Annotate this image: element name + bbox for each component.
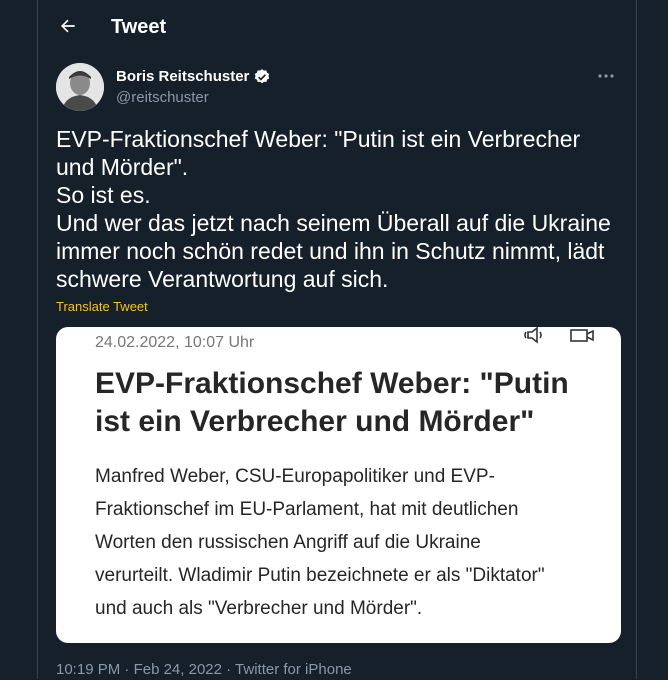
tweet-source-link[interactable]: Twitter for iPhone xyxy=(235,661,352,678)
card-headline-line: ist ein Verbrecher und Mörder" xyxy=(95,405,535,438)
tweet-column: Tweet Boris Reitschuster @reitschuster E… xyxy=(37,0,637,679)
speaker-icon xyxy=(524,327,542,344)
header: Tweet xyxy=(38,0,636,53)
tweet-line: und Mörder". xyxy=(56,154,189,180)
page-title: Tweet xyxy=(111,16,167,38)
more-options-button[interactable] xyxy=(594,66,618,86)
tweet-date-link[interactable]: Feb 24, 2022 xyxy=(134,661,222,678)
more-horizontal-icon xyxy=(598,74,614,78)
separator: · xyxy=(120,661,134,678)
card-body: Manfred Weber, CSU-Europapolitiker und E… xyxy=(95,460,610,625)
tweet-timestamp: 10:19 PM · Feb 24, 2022 · Twitter for iP… xyxy=(56,660,352,680)
video-camera-icon xyxy=(570,329,594,342)
tweet-line: EVP-Fraktionschef Weber: "Putin ist ein … xyxy=(56,126,581,152)
card-body-line: Manfred Weber, CSU-Europapolitiker und E… xyxy=(95,466,495,487)
author-name[interactable]: Boris Reitschuster xyxy=(116,67,271,87)
card-body-line: Worten den russischen Angriff auf die Uk… xyxy=(95,532,481,553)
card-headline: EVP-Fraktionschef Weber: "Putin ist ein … xyxy=(95,365,605,441)
card-body-line: verurteilt. Wladimir Putin bezeichnete e… xyxy=(95,565,545,586)
verified-badge-icon xyxy=(255,69,270,84)
tweet-time-link[interactable]: 10:19 PM xyxy=(56,661,120,678)
card-headline-line: EVP-Fraktionschef Weber: "Putin xyxy=(95,367,569,400)
author-name-text: Boris Reitschuster xyxy=(116,68,250,85)
tweet-line: schwere Verantwortung auf sich. xyxy=(56,266,389,292)
tweet-text: EVP-Fraktionschef Weber: "Putin ist ein … xyxy=(56,125,626,293)
tweet-line: immer noch schön redet und ihn in Schutz… xyxy=(56,238,605,264)
translate-tweet-link[interactable]: Translate Tweet xyxy=(56,298,148,316)
back-button[interactable] xyxy=(54,12,82,40)
card-body-line: und auch als "Verbrecher und Mörder". xyxy=(95,598,423,619)
arrow-left-icon xyxy=(61,19,75,33)
card-body-line: Fraktionschef im EU-Parlament, hat mit d… xyxy=(95,499,519,520)
avatar-photo xyxy=(56,63,104,111)
tweet-line: So ist es. xyxy=(56,182,151,208)
avatar[interactable] xyxy=(56,63,104,111)
media-image-card[interactable]: 24.02.2022, 10:07 Uhr EVP-Fraktionschef … xyxy=(56,327,621,643)
author-handle[interactable]: @reitschuster xyxy=(116,88,209,108)
tweet-line: Und wer das jetzt nach seinem Überall au… xyxy=(56,210,611,236)
separator: · xyxy=(221,661,236,678)
card-date: 24.02.2022, 10:07 Uhr xyxy=(95,334,255,351)
